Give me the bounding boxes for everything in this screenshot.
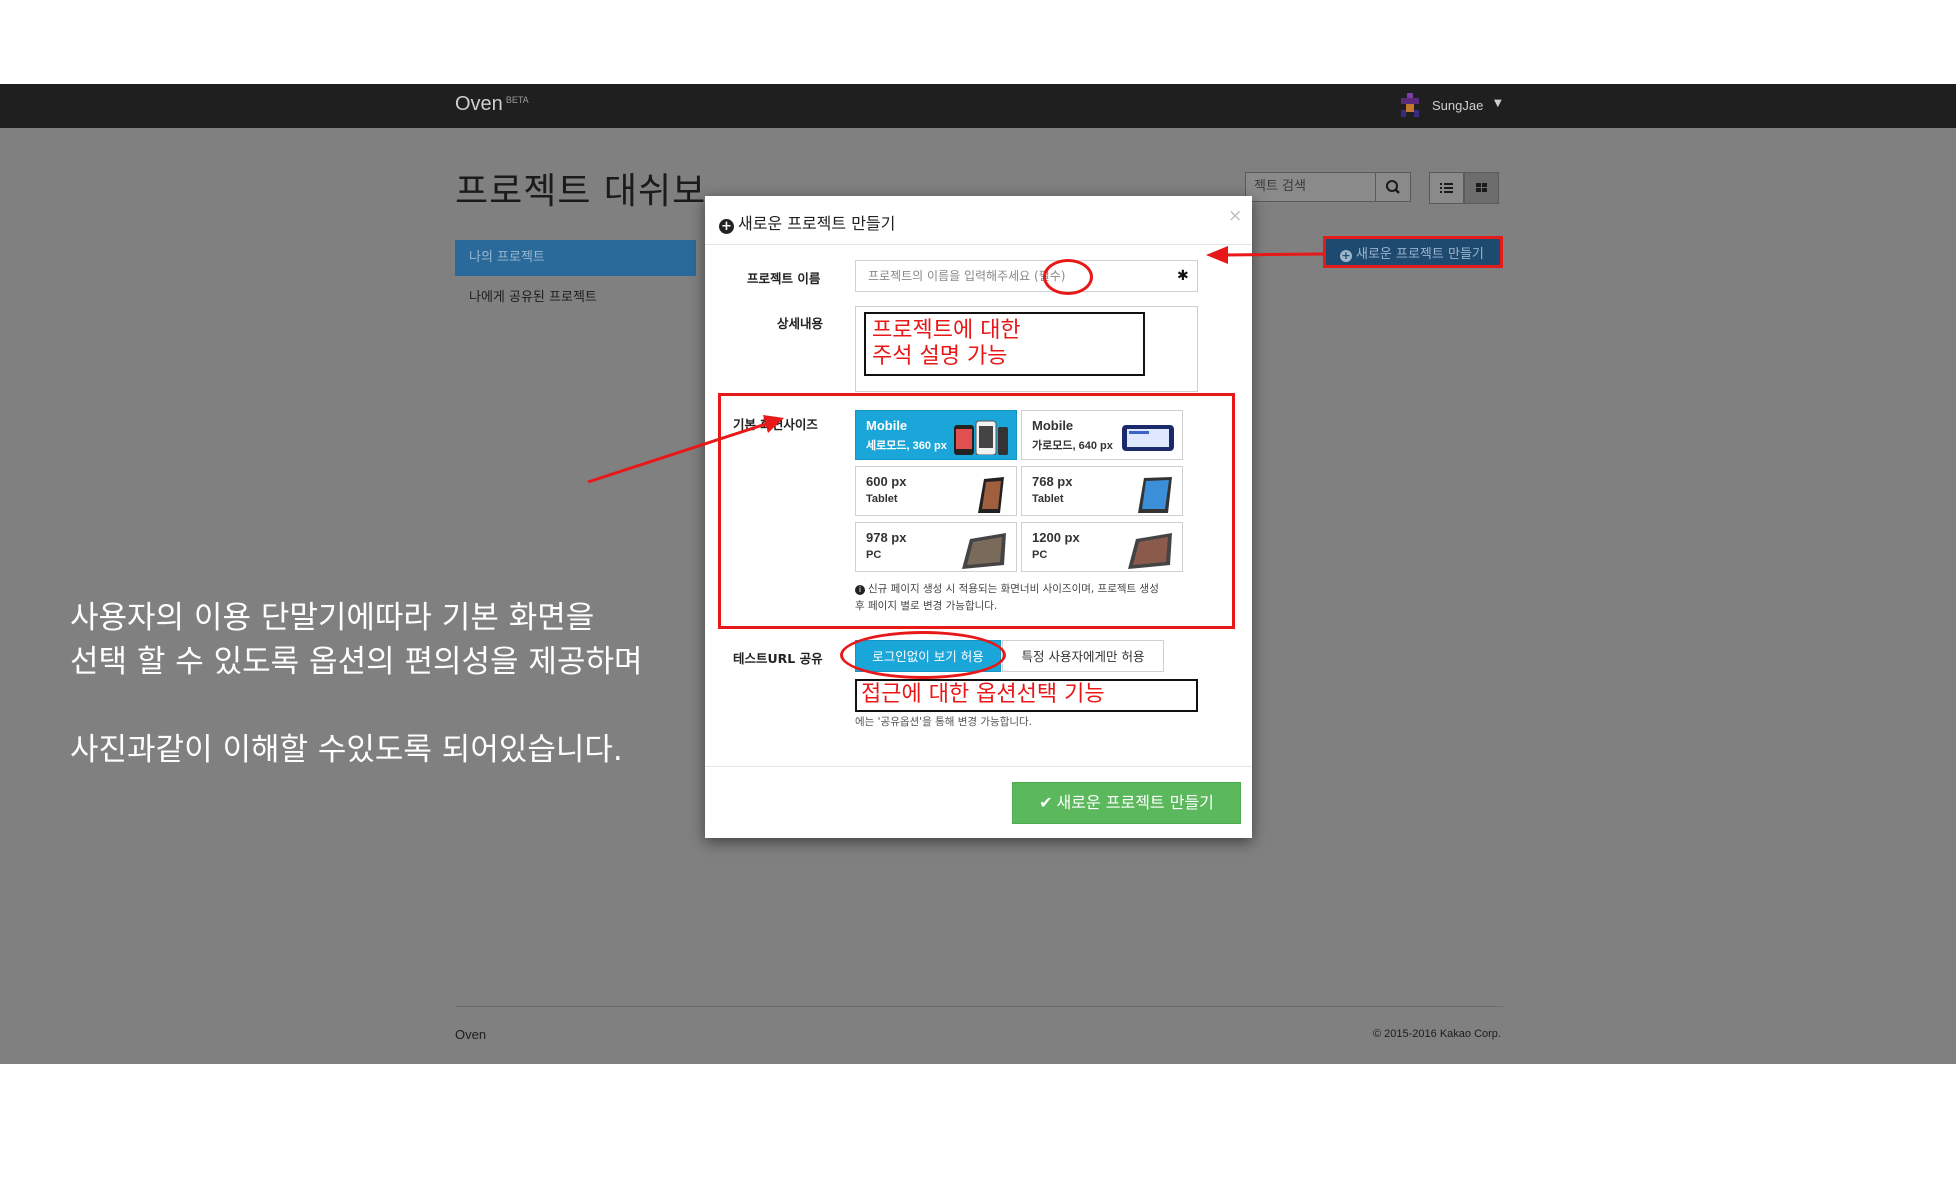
annotation-arrows xyxy=(587,246,1324,484)
app-screenshot: Oven BETA SungJae ▼ 프로젝트 대쉬보 나의 프로젝트 나에게 … xyxy=(0,84,1956,1064)
